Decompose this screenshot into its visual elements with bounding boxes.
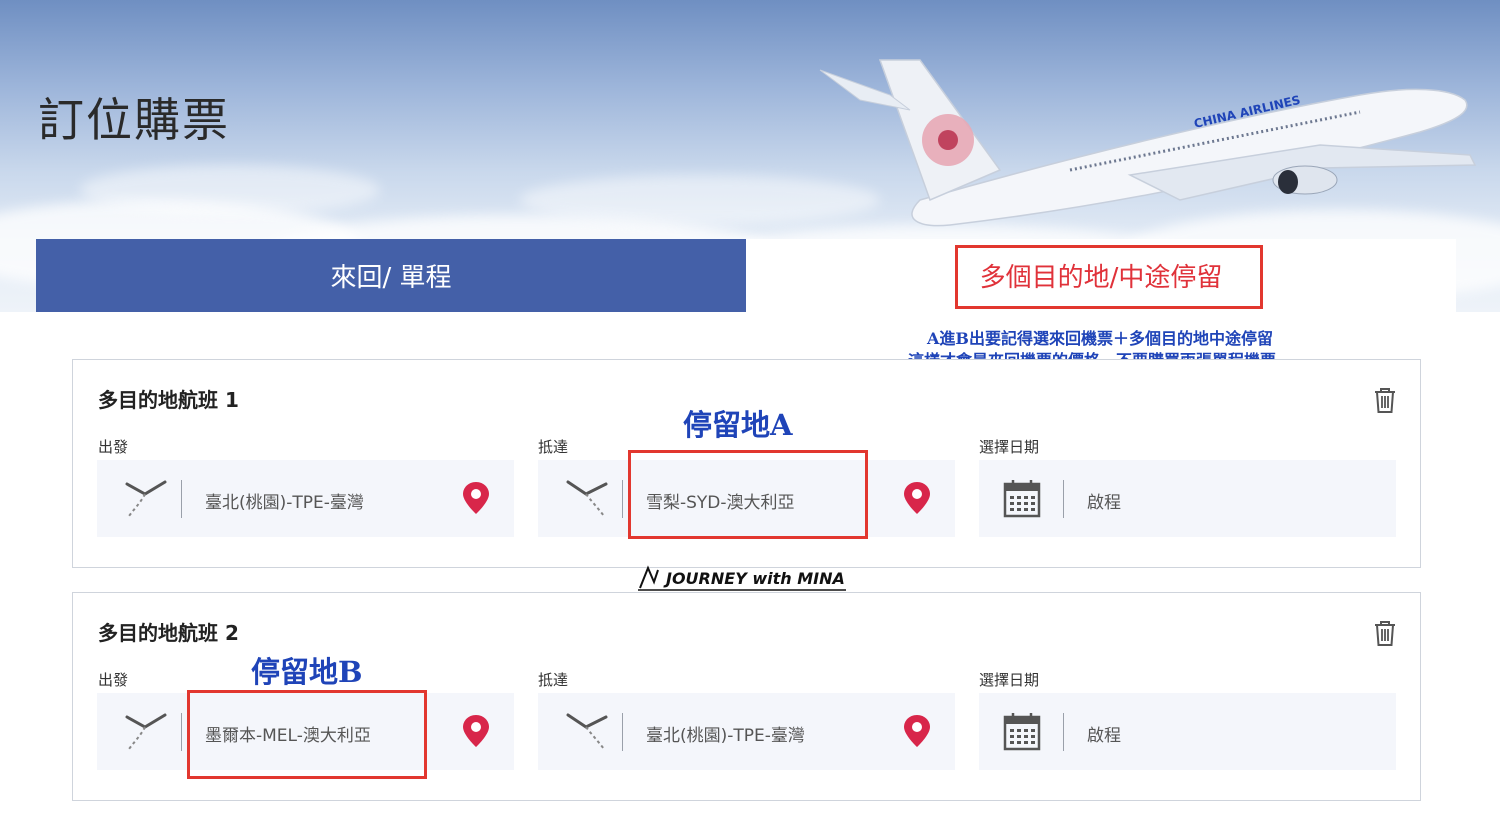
arrive-label: 抵達 [538,671,569,689]
flight-1-title: 多目的地航班 1 [98,388,239,412]
location-pin-icon [463,482,489,514]
highlight-box-depart-b [187,690,427,779]
tab-roundtrip[interactable]: 來回/ 單程 [36,239,746,312]
depart-label: 出發 [98,671,129,689]
calendar-icon [1003,480,1041,518]
date-value: 啟程 [1087,493,1121,513]
journey-with-mina-watermark: JOURNEY with MINA [638,565,846,591]
tab-roundtrip-label: 來回/ 單程 [330,263,452,293]
depart-value: 臺北(桃園)-TPE-臺灣 [205,493,364,513]
highlight-box-arrival-a [628,450,868,539]
arrive-field[interactable]: 臺北(桃園)-TPE-臺灣 [538,693,955,770]
highlight-box-multi-tab [955,245,1263,309]
flight-2-title: 多目的地航班 2 [98,621,239,645]
date-field[interactable]: 啟程 [979,693,1396,770]
date-label: 選擇日期 [979,438,1040,456]
date-field[interactable]: 啟程 [979,460,1396,537]
trash-icon[interactable] [1372,386,1398,414]
date-value: 啟程 [1087,726,1121,746]
location-pin-icon [904,715,930,747]
depart-field[interactable]: 臺北(桃園)-TPE-臺灣 [97,460,514,537]
trash-icon[interactable] [1372,619,1398,647]
note-line-1: A進B出要記得選來回機票＋多個目的地中途停留 [927,329,1273,348]
annotation-stopover-a: 停留地A [683,408,793,442]
page-title: 訂位購票 [38,93,230,147]
calendar-icon [1003,713,1041,751]
location-pin-icon [904,482,930,514]
annotation-stopover-b: 停留地B [251,655,363,689]
location-pin-icon [463,715,489,747]
arrive-label: 抵達 [538,438,569,456]
date-label: 選擇日期 [979,671,1040,689]
watermark-text: JOURNEY with MINA [663,569,845,588]
arrive-value: 臺北(桃園)-TPE-臺灣 [646,726,805,746]
takeoff-icon [125,480,167,517]
landing-icon [566,480,608,517]
landing-icon [566,713,608,750]
depart-label: 出發 [98,438,129,456]
airplane-image: CHINA AIRLINES [819,59,1477,227]
takeoff-icon [125,713,167,750]
